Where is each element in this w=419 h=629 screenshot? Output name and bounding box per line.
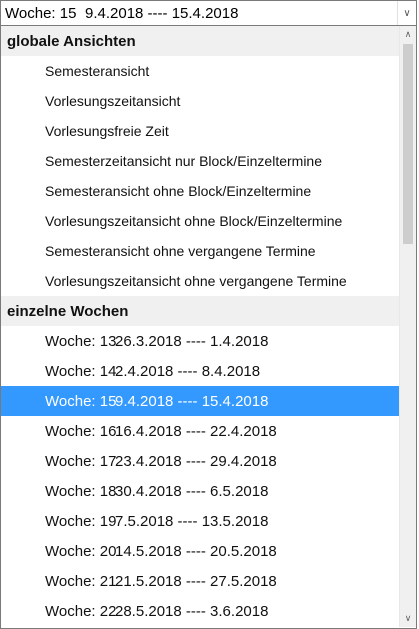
- week-number: Woche: 13: [45, 332, 117, 350]
- week-list: Woche: 13 26.3.2018 ---- 1.4.2018 Woche: 1…: [1, 326, 399, 626]
- option-semester-ohne-vergangene[interactable]: Semesteransicht ohne vergangene Termine: [1, 236, 399, 266]
- week-option[interactable]: Woche: 20 14.5.2018 ---- 20.5.2018: [1, 536, 399, 566]
- week-number: Woche: 16: [45, 422, 117, 440]
- week-select[interactable]: Woche: 15 9.4.2018 ---- 15.4.2018 ∨: [0, 0, 417, 26]
- dropdown-options: globale Ansichten Semesteransicht Vorles…: [1, 26, 399, 626]
- week-number: Woche: 14: [45, 362, 117, 380]
- option-vorlesungszeit-ohne-block[interactable]: Vorlesungszeitansicht ohne Block/Einzelt…: [1, 206, 399, 236]
- group-header-global: globale Ansichten: [1, 26, 399, 56]
- scroll-up-arrow-icon[interactable]: ∧: [400, 26, 416, 43]
- week-number: Woche: 22: [45, 602, 117, 620]
- selected-week-label: Woche: 15: [5, 5, 77, 22]
- week-number: Woche: 19: [45, 512, 117, 530]
- week-range: 28.5.2018 ---- 3.6.2018: [115, 602, 269, 620]
- week-number: Woche: 21: [45, 572, 117, 590]
- chevron-down-icon[interactable]: ∨: [397, 1, 416, 25]
- week-option[interactable]: Woche: 21 21.5.2018 ---- 27.5.2018: [1, 566, 399, 596]
- week-option[interactable]: Woche: 19 7.5.2018 ---- 13.5.2018: [1, 506, 399, 536]
- option-semesterzeit-block[interactable]: Semesterzeitansicht nur Block/Einzelterm…: [1, 146, 399, 176]
- week-select-value: Woche: 15 9.4.2018 ---- 15.4.2018: [5, 5, 238, 22]
- option-vorlesungszeitansicht[interactable]: Vorlesungszeitansicht: [1, 86, 399, 116]
- week-option[interactable]: Woche: 22 28.5.2018 ---- 3.6.2018: [1, 596, 399, 626]
- option-vorlesungsfreie-zeit[interactable]: Vorlesungsfreie Zeit: [1, 116, 399, 146]
- option-semesteransicht[interactable]: Semesteransicht: [1, 56, 399, 86]
- selected-week-range: 9.4.2018 ---- 15.4.2018: [85, 5, 239, 22]
- week-range: 2.4.2018 ---- 8.4.2018: [115, 362, 261, 380]
- week-number: Woche: 15: [45, 392, 117, 410]
- dropdown-list[interactable]: globale Ansichten Semesteransicht Vorles…: [0, 26, 417, 629]
- week-option[interactable]: Woche: 13 26.3.2018 ---- 1.4.2018: [1, 326, 399, 356]
- week-option[interactable]: Woche: 17 23.4.2018 ---- 29.4.2018: [1, 446, 399, 476]
- week-number: Woche: 20: [45, 542, 117, 560]
- week-option[interactable]: Woche: 18 30.4.2018 ---- 6.5.2018: [1, 476, 399, 506]
- week-range: 16.4.2018 ---- 22.4.2018: [115, 422, 277, 440]
- week-range: 7.5.2018 ---- 13.5.2018: [115, 512, 269, 530]
- week-range: 9.4.2018 ---- 15.4.2018: [115, 392, 269, 410]
- option-vorlesungszeit-ohne-vergangene[interactable]: Vorlesungszeitansicht ohne vergangene Te…: [1, 266, 399, 296]
- week-option[interactable]: Woche: 15 9.4.2018 ---- 15.4.2018: [1, 386, 399, 416]
- week-range: 26.3.2018 ---- 1.4.2018: [115, 332, 269, 350]
- scroll-down-arrow-icon[interactable]: ∨: [400, 610, 416, 627]
- week-range: 23.4.2018 ---- 29.4.2018: [115, 452, 277, 470]
- scrollbar[interactable]: ∧ ∨: [399, 26, 416, 627]
- week-option[interactable]: Woche: 16 16.4.2018 ---- 22.4.2018: [1, 416, 399, 446]
- week-number: Woche: 18: [45, 482, 117, 500]
- week-range: 30.4.2018 ---- 6.5.2018: [115, 482, 269, 500]
- option-semester-ohne-block[interactable]: Semesteransicht ohne Block/Einzeltermine: [1, 176, 399, 206]
- week-number: Woche: 17: [45, 452, 117, 470]
- week-range: 21.5.2018 ---- 27.5.2018: [115, 572, 277, 590]
- group-header-weeks: einzelne Wochen: [1, 296, 399, 326]
- week-option[interactable]: Woche: 14 2.4.2018 ---- 8.4.2018: [1, 356, 399, 386]
- scroll-thumb[interactable]: [403, 44, 413, 244]
- week-range: 14.5.2018 ---- 20.5.2018: [115, 542, 277, 560]
